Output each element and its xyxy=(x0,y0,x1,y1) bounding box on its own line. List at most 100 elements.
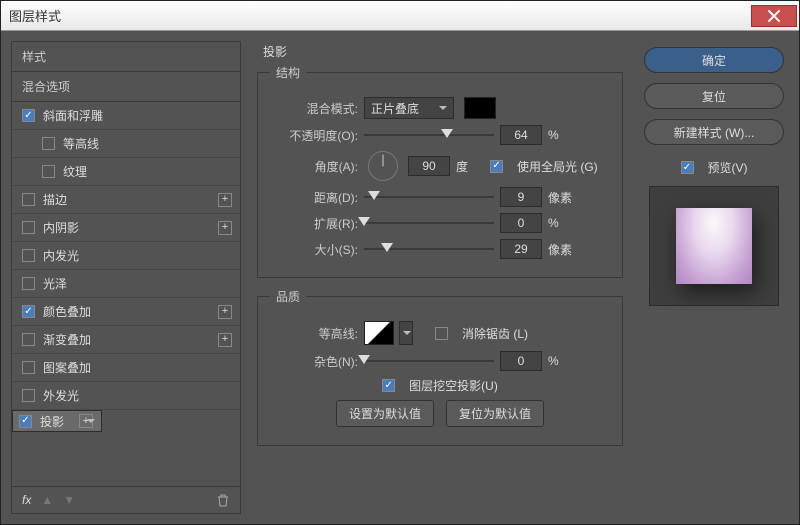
style-item-label: 纹理 xyxy=(63,163,87,180)
opacity-unit: % xyxy=(548,128,578,142)
style-checkbox[interactable] xyxy=(22,109,35,122)
angle-dial[interactable] xyxy=(368,151,398,181)
quality-legend: 品质 xyxy=(270,288,306,305)
preview-box xyxy=(649,186,779,306)
style-checkbox[interactable] xyxy=(22,221,35,234)
style-checkbox[interactable] xyxy=(22,193,35,206)
style-item-label: 图案叠加 xyxy=(43,359,91,376)
section-title: 投影 xyxy=(263,43,623,60)
opacity-input[interactable]: 64 xyxy=(500,125,542,145)
new-style-button[interactable]: 新建样式 (W)... xyxy=(644,119,784,145)
style-checkbox[interactable] xyxy=(22,333,35,346)
size-label: 大小(S): xyxy=(270,241,358,258)
titlebar[interactable]: 图层样式 xyxy=(1,1,799,31)
arrow-up-icon[interactable]: ▲ xyxy=(41,493,53,507)
style-checkbox[interactable] xyxy=(22,305,35,318)
structure-legend: 结构 xyxy=(270,64,306,81)
spread-label: 扩展(R): xyxy=(270,215,358,232)
style-item-9[interactable]: 图案叠加 xyxy=(12,354,240,382)
style-checkbox[interactable] xyxy=(19,415,32,428)
shadow-color-swatch[interactable] xyxy=(464,97,496,119)
style-item-7[interactable]: 颜色叠加 + xyxy=(12,298,240,326)
arrow-down-icon[interactable]: ▼ xyxy=(63,493,75,507)
ok-button[interactable]: 确定 xyxy=(644,47,784,73)
style-checkbox[interactable] xyxy=(22,389,35,402)
style-item-6[interactable]: 光泽 xyxy=(12,270,240,298)
structure-group: 结构 混合模式: 正片叠底 不透明度(O): 64 % 角度(A): 90 度 xyxy=(257,64,623,278)
noise-slider[interactable] xyxy=(364,353,494,369)
noise-unit: % xyxy=(548,354,578,368)
angle-label: 角度(A): xyxy=(270,158,358,175)
layer-style-dialog: 图层样式 样式 混合选项 斜面和浮雕等高线纹理描边+内阴影+内发光光泽颜色叠加+… xyxy=(0,0,800,525)
style-item-1[interactable]: 等高线 xyxy=(12,130,240,158)
style-item-11[interactable]: 投影 + xyxy=(12,410,102,432)
sidebar-header-styles[interactable]: 样式 xyxy=(12,42,240,72)
style-checkbox[interactable] xyxy=(22,277,35,290)
distance-label: 距离(D): xyxy=(270,189,358,206)
global-light-label: 使用全局光 (G) xyxy=(517,158,598,175)
sidebar-footer: fx ▲ ▼ xyxy=(12,486,240,513)
style-item-10[interactable]: 外发光 xyxy=(12,382,240,410)
add-effect-icon[interactable]: + xyxy=(79,414,93,428)
antialias-label: 消除锯齿 (L) xyxy=(462,325,528,342)
distance-slider[interactable] xyxy=(364,189,494,205)
sidebar-header-blend[interactable]: 混合选项 xyxy=(12,72,240,102)
preview-swatch xyxy=(676,208,752,284)
noise-input[interactable]: 0 xyxy=(500,351,542,371)
opacity-slider[interactable] xyxy=(364,127,494,143)
size-input[interactable]: 29 xyxy=(500,239,542,259)
style-item-label: 内发光 xyxy=(43,247,79,264)
add-effect-icon[interactable]: + xyxy=(218,193,232,207)
global-light-checkbox[interactable] xyxy=(490,160,503,173)
opacity-label: 不透明度(O): xyxy=(270,127,358,144)
style-item-label: 投影 xyxy=(40,413,64,430)
make-default-button[interactable]: 设置为默认值 xyxy=(336,400,434,427)
style-item-4[interactable]: 内阴影+ xyxy=(12,214,240,242)
add-effect-icon[interactable]: + xyxy=(218,333,232,347)
style-item-label: 等高线 xyxy=(63,135,99,152)
style-checkbox[interactable] xyxy=(22,249,35,262)
add-effect-icon[interactable]: + xyxy=(218,221,232,235)
distance-unit: 像素 xyxy=(548,189,578,206)
style-item-label: 斜面和浮雕 xyxy=(43,107,103,124)
style-item-8[interactable]: 渐变叠加 + xyxy=(12,326,240,354)
contour-swatch[interactable] xyxy=(364,321,394,345)
spread-slider[interactable] xyxy=(364,215,494,231)
styles-sidebar: 样式 混合选项 斜面和浮雕等高线纹理描边+内阴影+内发光光泽颜色叠加+渐变叠加+… xyxy=(11,41,241,514)
antialias-checkbox[interactable] xyxy=(435,327,448,340)
style-item-label: 渐变叠加 xyxy=(43,331,91,348)
style-checkbox[interactable] xyxy=(42,137,55,150)
contour-label: 等高线: xyxy=(270,325,358,342)
trash-icon[interactable] xyxy=(216,493,230,507)
style-item-5[interactable]: 内发光 xyxy=(12,242,240,270)
style-checkbox[interactable] xyxy=(42,165,55,178)
spread-unit: % xyxy=(548,216,578,230)
spread-input[interactable]: 0 xyxy=(500,213,542,233)
angle-input[interactable]: 90 xyxy=(408,156,450,176)
distance-input[interactable]: 9 xyxy=(500,187,542,207)
preview-label: 预览(V) xyxy=(708,159,748,176)
close-button[interactable] xyxy=(751,5,797,27)
style-item-label: 描边 xyxy=(43,191,67,208)
style-item-3[interactable]: 描边 + xyxy=(12,186,240,214)
close-icon xyxy=(767,9,781,23)
window-title: 图层样式 xyxy=(1,6,61,25)
style-item-2[interactable]: 纹理 xyxy=(12,158,240,186)
contour-dropdown[interactable] xyxy=(399,321,413,345)
knockout-checkbox[interactable] xyxy=(382,379,395,392)
style-item-0[interactable]: 斜面和浮雕 xyxy=(12,102,240,130)
size-slider[interactable] xyxy=(364,241,494,257)
noise-label: 杂色(N): xyxy=(270,353,358,370)
cancel-button[interactable]: 复位 xyxy=(644,83,784,109)
fx-label[interactable]: fx xyxy=(22,493,31,507)
angle-unit: 度 xyxy=(456,158,468,175)
add-effect-icon[interactable]: + xyxy=(218,305,232,319)
style-item-label: 颜色叠加 xyxy=(43,303,91,320)
reset-default-button[interactable]: 复位为默认值 xyxy=(446,400,544,427)
blend-mode-select[interactable]: 正片叠底 xyxy=(364,97,454,119)
preview-checkbox[interactable] xyxy=(681,161,694,174)
quality-group: 品质 等高线: 消除锯齿 (L) 杂色(N): 0 % 图 xyxy=(257,288,623,446)
style-item-label: 外发光 xyxy=(43,387,79,404)
knockout-label: 图层挖空投影(U) xyxy=(409,377,498,394)
style-checkbox[interactable] xyxy=(22,361,35,374)
